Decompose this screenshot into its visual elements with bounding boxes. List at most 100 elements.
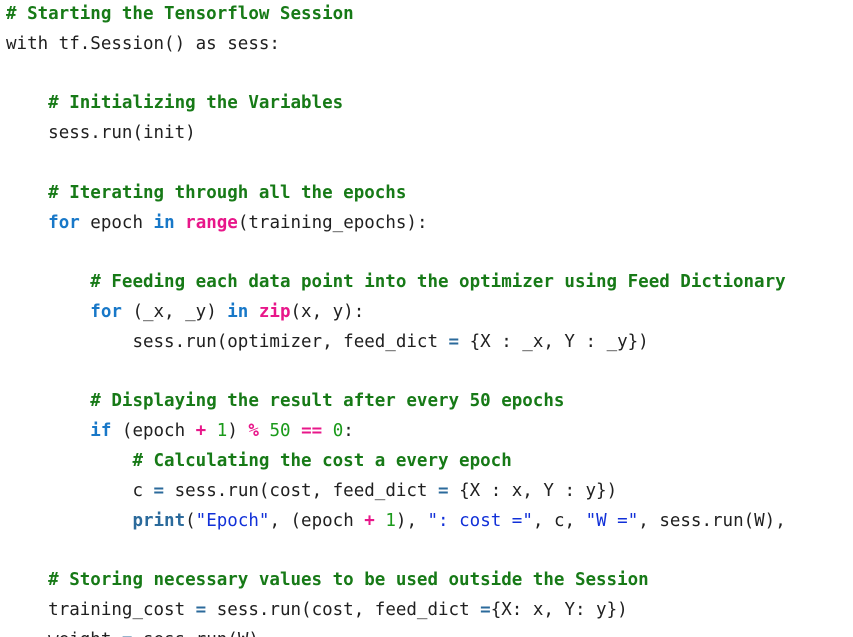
code-line: weight = sess.run(W): [0, 626, 853, 637]
code-block[interactable]: # Starting the Tensorflow Session with tf…: [0, 0, 853, 637]
code-token-op: +: [195, 421, 207, 442]
code-token-assign: =: [195, 599, 207, 620]
code-token-assign: =: [448, 331, 460, 352]
code-token-number: 1: [216, 421, 228, 442]
code-token-comment: # Starting the Tensorflow Session: [6, 4, 354, 24]
code-line: # Initializing the Variables: [0, 89, 853, 119]
code-line: sess.run(init): [0, 119, 853, 149]
code-line: sess.run(optimizer, feed_dict = {X : _x,…: [0, 328, 853, 358]
code-token-plain: sess.run(optimizer, feed_dict: [132, 331, 449, 352]
code-token-string: "Epoch": [195, 510, 270, 531]
code-token-keyword: for: [48, 212, 80, 233]
code-token-number: 1: [385, 510, 396, 531]
code-line: for epoch in range(training_epochs):: [0, 209, 853, 239]
code-token-keyword: for: [90, 301, 122, 322]
code-line: for (_x, _y) in zip(x, y):: [0, 298, 853, 328]
code-token-keyword: in: [153, 212, 175, 233]
code-token-plain: epoch: [79, 212, 154, 233]
code-token-keyword: in: [227, 301, 249, 322]
code-token-plain: training_cost: [48, 599, 196, 620]
code-token-plain: sess.run(cost, feed_dict: [164, 480, 438, 501]
code-token-plain: (: [185, 510, 196, 531]
code-token-plain: sess.run(W): [132, 630, 259, 637]
code-line: # Displaying the result after every 50 e…: [0, 387, 853, 417]
code-token-number: 0: [332, 421, 344, 442]
code-token-plain: :: [343, 421, 354, 442]
code-token-builtin: range: [185, 212, 238, 233]
code-token-string: ": cost =": [427, 510, 533, 531]
code-line: print("Epoch", (epoch + 1), ": cost =", …: [0, 507, 853, 537]
code-token-comment: # Feeding each data point into the optim…: [90, 272, 786, 293]
code-token-plain: (_x, _y): [121, 301, 228, 322]
code-token-plain: ): [227, 421, 249, 442]
code-token-plain: , (epoch: [269, 510, 365, 531]
code-token-comment: # Iterating through all the epochs: [48, 182, 407, 203]
code-token-plain: with tf.Session() as sess:: [6, 33, 280, 54]
code-token-comment: # Initializing the Variables: [48, 93, 344, 114]
code-line: # Calculating the cost a every epoch: [0, 447, 853, 477]
code-token-op: +: [364, 510, 375, 531]
code-token-op: %: [248, 421, 259, 442]
code-token-comment: # Displaying the result after every 50 e…: [90, 391, 565, 412]
code-token-assign: =: [438, 480, 449, 501]
code-token-plain: (training_epochs):: [237, 212, 428, 233]
code-token-comment: # Storing necessary values to be used ou…: [48, 570, 649, 591]
code-token-string: "W =": [585, 510, 639, 531]
code-line: if (epoch + 1) % 50 == 0:: [0, 417, 853, 447]
code-token-plain: weight: [48, 630, 122, 637]
code-token-builtin: zip: [258, 301, 291, 322]
code-token-plain: , sess.run(W),: [638, 510, 797, 531]
code-token-comment: # Calculating the cost a every epoch: [132, 450, 512, 471]
code-token-plain: {X : x, Y : y}): [448, 480, 618, 501]
code-token-plain: sess.run(cost, feed_dict: [206, 599, 481, 620]
code-token-plain: ),: [395, 510, 428, 531]
code-line: # Feeding each data point into the optim…: [0, 268, 853, 298]
code-token-plain: {X : _x, Y : _y}): [459, 331, 649, 352]
code-token-assign: =: [122, 630, 133, 637]
code-line: # Iterating through all the epochs: [0, 179, 853, 209]
code-token-plain: (epoch: [111, 421, 196, 442]
code-line: with tf.Session() as sess:: [0, 30, 853, 60]
code-token-assign: =: [480, 599, 491, 620]
code-token-number: 50: [269, 421, 291, 442]
code-token-assign: =: [153, 480, 165, 501]
code-token-plain: sess.run(init): [48, 123, 196, 144]
code-line: # Storing necessary values to be used ou…: [0, 566, 853, 596]
code-token-op: ==: [301, 421, 323, 442]
code-token-plain: {X: x, Y: y}): [490, 599, 628, 620]
code-token-plain: c: [132, 480, 154, 501]
code-token-keyword: if: [90, 421, 112, 442]
code-line: c = sess.run(cost, feed_dict = {X : x, Y…: [0, 477, 853, 507]
code-line: training_cost = sess.run(cost, feed_dict…: [0, 596, 853, 626]
code-token-func: print: [132, 510, 186, 531]
code-token-plain: (x, y):: [290, 301, 365, 322]
code-line: # Starting the Tensorflow Session: [0, 0, 853, 30]
code-token-plain: , c,: [532, 510, 586, 531]
